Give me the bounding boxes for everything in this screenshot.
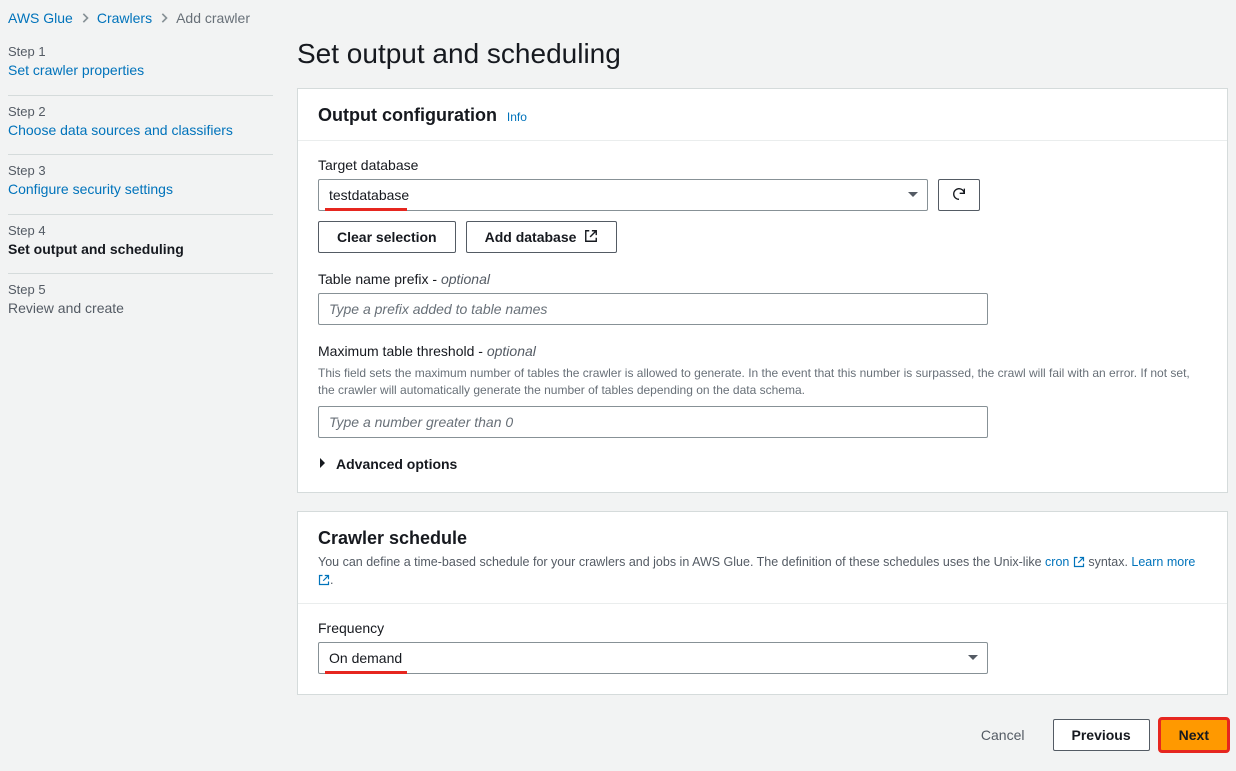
step-label: Set output and scheduling [8, 240, 273, 260]
label-text: Table name prefix - [318, 271, 437, 287]
frequency-select[interactable]: On demand [318, 642, 988, 674]
frequency-label: Frequency [318, 620, 1207, 636]
info-link[interactable]: Info [507, 110, 527, 124]
highlight-underline [325, 208, 407, 211]
wizard-step-5: Step 5 Review and create [8, 274, 273, 333]
target-database-select[interactable]: testdatabase [318, 179, 928, 211]
wizard-step-3[interactable]: Step 3 Configure security settings [8, 155, 273, 215]
step-label: Set crawler properties [8, 61, 273, 81]
label-text: Maximum table threshold - [318, 343, 483, 359]
wizard-step-4: Step 4 Set output and scheduling [8, 215, 273, 275]
table-prefix-label: Table name prefix - optional [318, 271, 1207, 287]
add-database-button[interactable]: Add database [466, 221, 618, 253]
refresh-icon [951, 186, 967, 205]
breadcrumb-link-crawlers[interactable]: Crawlers [97, 10, 152, 26]
link-text: Learn more [1131, 555, 1195, 569]
wizard-step-2[interactable]: Step 2 Choose data sources and classifie… [8, 96, 273, 156]
table-prefix-input[interactable] [318, 293, 988, 325]
desc-text: You can define a time-based schedule for… [318, 555, 1045, 569]
target-database-label: Target database [318, 157, 1207, 173]
step-label: Review and create [8, 299, 273, 319]
panel-description: You can define a time-based schedule for… [318, 553, 1207, 589]
highlight-underline [325, 671, 407, 674]
wizard-step-1[interactable]: Step 1 Set crawler properties [8, 36, 273, 96]
chevron-right-icon [160, 10, 168, 26]
step-number: Step 5 [8, 282, 273, 297]
step-number: Step 2 [8, 104, 273, 119]
caret-right-icon [318, 456, 328, 472]
output-configuration-panel: Output configuration Info Target databas… [297, 88, 1228, 493]
page-title: Set output and scheduling [297, 38, 1228, 70]
optional-text: optional [487, 343, 536, 359]
step-number: Step 4 [8, 223, 273, 238]
cancel-button[interactable]: Cancel [963, 719, 1043, 751]
external-link-icon [584, 229, 598, 246]
cron-link[interactable]: cron [1045, 555, 1085, 569]
caret-down-icon [967, 650, 979, 666]
add-database-label: Add database [485, 229, 577, 245]
panel-title: Output configuration [318, 105, 497, 125]
breadcrumb: AWS Glue Crawlers Add crawler [8, 6, 1228, 36]
next-button[interactable]: Next [1160, 719, 1228, 751]
max-threshold-description: This field sets the maximum number of ta… [318, 365, 1207, 400]
wizard-actions: Cancel Previous Next [297, 713, 1228, 751]
step-label: Choose data sources and classifiers [8, 121, 273, 141]
caret-down-icon [907, 187, 919, 203]
optional-text: optional [441, 271, 490, 287]
step-label: Configure security settings [8, 180, 273, 200]
panel-title: Crawler schedule [318, 528, 467, 548]
chevron-right-icon [81, 10, 89, 26]
step-number: Step 1 [8, 44, 273, 59]
crawler-schedule-panel: Crawler schedule You can define a time-b… [297, 511, 1228, 695]
frequency-value: On demand [329, 650, 402, 666]
step-number: Step 3 [8, 163, 273, 178]
desc-text: syntax. [1085, 555, 1132, 569]
max-threshold-label: Maximum table threshold - optional [318, 343, 1207, 359]
previous-button[interactable]: Previous [1053, 719, 1150, 751]
target-database-value: testdatabase [329, 187, 409, 203]
max-threshold-input[interactable] [318, 406, 988, 438]
breadcrumb-link-glue[interactable]: AWS Glue [8, 10, 73, 26]
refresh-button[interactable] [938, 179, 980, 211]
clear-selection-button[interactable]: Clear selection [318, 221, 456, 253]
link-text: cron [1045, 555, 1069, 569]
advanced-options-toggle[interactable]: Advanced options [318, 456, 1207, 472]
advanced-options-label: Advanced options [336, 456, 457, 472]
breadcrumb-current: Add crawler [176, 10, 250, 26]
wizard-steps: Step 1 Set crawler properties Step 2 Cho… [8, 36, 273, 751]
